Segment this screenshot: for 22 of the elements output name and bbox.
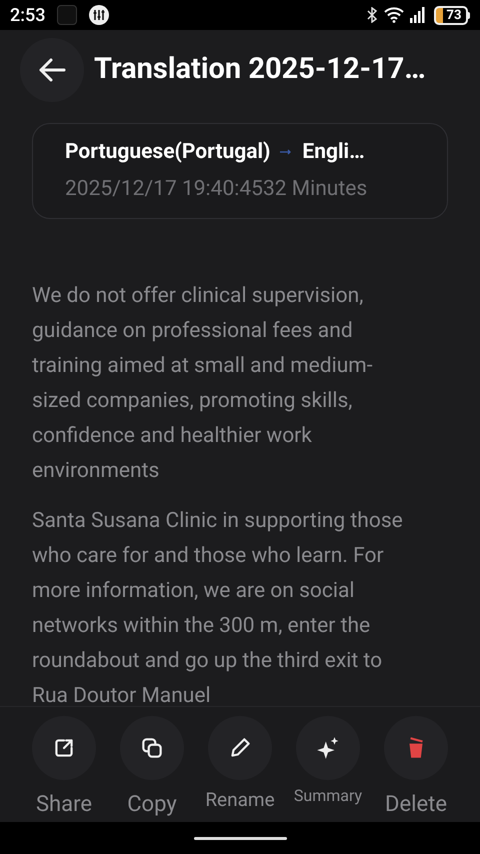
share-button[interactable]: Share (24, 716, 104, 822)
transcript-paragraph: Santa Susana Clinic in supporting those who care for and those who learn. For more information, we are on social networks within the 300 m, enter the roundabout and go up the third exit to Rua Doutor Manuel (32, 508, 404, 706)
wifi-icon (384, 7, 404, 23)
equalizer-icon (89, 5, 110, 25)
arrow-icon (280, 149, 292, 156)
home-indicator[interactable] (194, 836, 286, 840)
signal-icon (410, 7, 426, 23)
battery-level: 73 (446, 8, 462, 22)
summary-button[interactable]: Summary (288, 716, 368, 822)
app-notification-icon (57, 5, 78, 25)
delete-button[interactable]: Delete (376, 716, 456, 822)
sparkle-icon (315, 735, 341, 761)
timestamp: 2025/12/17 19:40:45 (65, 176, 263, 203)
rename-button[interactable]: Rename (200, 716, 280, 822)
copy-button[interactable]: Copy (112, 716, 192, 822)
bluetooth-icon (366, 7, 378, 23)
transcript-paragraph: We do not offer clinical supervision, guidance on professional fees and training aimed at small and medium-sized companies, promoting skills, confidence and healthier work environments (32, 283, 374, 485)
page-title: Translation 2025-12-17… (94, 51, 426, 88)
target-language: Engli… (302, 138, 365, 166)
clock: 2:53 (10, 4, 46, 28)
source-language: Portuguese(Portugal) (65, 138, 270, 166)
duration: 32 Minutes (262, 176, 368, 203)
